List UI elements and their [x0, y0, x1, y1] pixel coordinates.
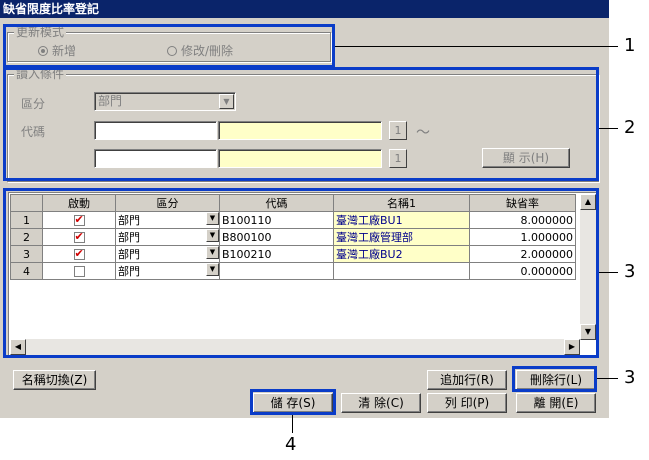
callout-line-4: [292, 415, 293, 433]
callout-number-2: 2: [624, 117, 636, 138]
close-button[interactable]: 離 開(E): [516, 393, 596, 413]
callout-line-2: [599, 128, 618, 129]
callout-number-3a: 3: [624, 261, 636, 282]
callout-box-3: [3, 188, 599, 358]
callout-number-1: 1: [624, 35, 636, 56]
callout-number-4: 4: [285, 434, 297, 455]
window-title: 缺省限度比率登記: [0, 0, 609, 18]
callout-number-3b: 3: [624, 367, 636, 388]
callout-line-3b: [597, 378, 618, 379]
callout-box-2: [3, 67, 599, 181]
name-switch-button[interactable]: 名稱切換(Z): [13, 370, 96, 390]
callout-box-save: [250, 389, 336, 415]
callout-box-1: [3, 24, 335, 68]
add-row-button[interactable]: 追加行(R): [427, 370, 507, 390]
print-button[interactable]: 列 印(P): [427, 393, 507, 413]
callout-line-1: [335, 46, 618, 47]
clear-button[interactable]: 清 除(C): [341, 393, 421, 413]
callout-box-delete-row: [512, 366, 597, 392]
callout-line-3a: [599, 272, 618, 273]
